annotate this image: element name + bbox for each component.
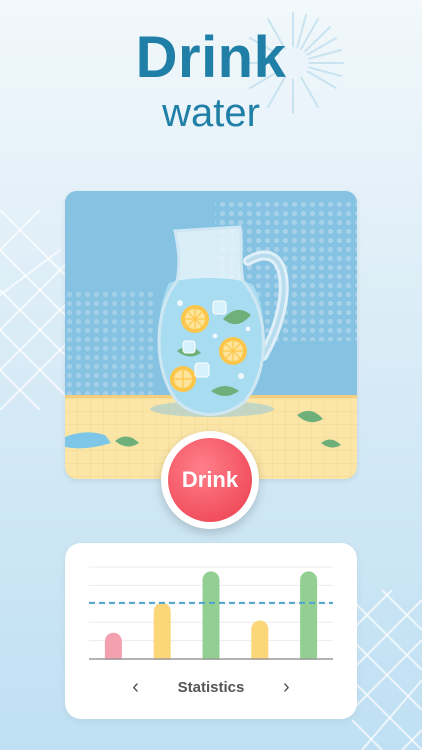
lattice-decoration [352,590,422,750]
drink-button[interactable]: Drink [161,431,259,529]
statistics-label: Statistics [177,678,245,696]
chevron-right-icon[interactable]: › [276,677,296,697]
statistics-card: ‹ Statistics › [65,543,357,719]
chart-bar [202,571,220,668]
page-subtitle: water [162,91,260,135]
statistics-chart [65,566,357,680]
page-title: Drink [135,25,287,90]
statistics-nav: ‹ Statistics › [65,673,357,701]
lattice-decoration [0,210,70,410]
chart-bar [300,571,318,668]
chart-bar [153,602,171,668]
chart-mask [65,659,357,680]
drink-button-label[interactable]: Drink [168,438,252,522]
chevron-left-icon[interactable]: ‹ [126,677,146,697]
